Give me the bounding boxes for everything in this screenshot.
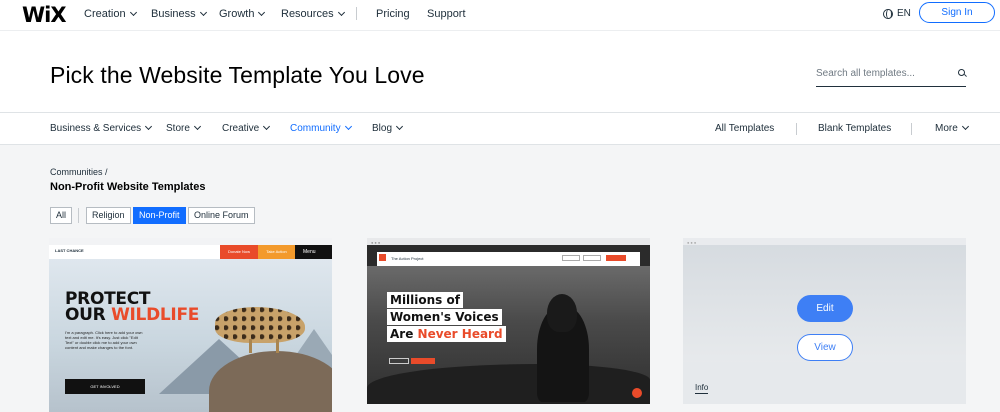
category-store[interactable]: Store bbox=[166, 122, 201, 134]
preview-menu: Menu bbox=[295, 245, 332, 259]
preview-headline: PROTECT OUR WILDLIFE bbox=[65, 291, 200, 325]
preview-get-involved-button: GET INVOLVED bbox=[65, 379, 145, 394]
person-head-shape bbox=[547, 294, 577, 332]
preview-mini-button bbox=[562, 255, 580, 261]
category-label: Creative bbox=[222, 123, 260, 134]
headline-line2b: WILDLIFE bbox=[111, 305, 200, 325]
filter-non-profit[interactable]: Non-Profit bbox=[133, 207, 186, 224]
top-navigation: WiX Creation Business Growth Resources P… bbox=[0, 0, 1000, 30]
nav-growth[interactable]: Growth bbox=[219, 8, 266, 20]
nav-resources-label: Resources bbox=[281, 8, 334, 20]
headline-line3b: Never Heard bbox=[417, 327, 503, 341]
chevron-down-icon bbox=[337, 8, 345, 17]
search-icon[interactable] bbox=[958, 69, 965, 76]
more-label: More bbox=[935, 123, 958, 134]
preview-lower-strip bbox=[683, 362, 966, 404]
headline-line2a: OUR bbox=[65, 305, 112, 325]
headline-line2: Women's Voices bbox=[387, 309, 502, 325]
sign-in-button[interactable]: Sign In bbox=[919, 2, 995, 23]
template-card-womens-voices[interactable]: ●●● The Action Project Millions of Women… bbox=[367, 238, 650, 404]
preview-logo-icon bbox=[379, 254, 386, 261]
browser-bar bbox=[49, 238, 332, 245]
nav-divider bbox=[356, 7, 357, 20]
preview-primary-button bbox=[411, 358, 435, 364]
category-label: Business & Services bbox=[50, 123, 142, 134]
nav-pricing[interactable]: Pricing bbox=[376, 8, 410, 20]
preview-donate-button: Donate Now bbox=[220, 245, 258, 259]
chevron-down-icon bbox=[258, 8, 266, 17]
chevron-down-icon bbox=[395, 122, 404, 131]
globe-icon bbox=[883, 8, 893, 19]
category-label: Store bbox=[166, 123, 190, 134]
filter-divider bbox=[78, 208, 79, 223]
preview-brand: The Action Project bbox=[391, 256, 424, 261]
section-title: Non-Profit Website Templates bbox=[50, 181, 206, 193]
search-input[interactable]: Search all templates... bbox=[816, 67, 966, 87]
filter-religion[interactable]: Religion bbox=[86, 207, 131, 224]
category-label: Blog bbox=[372, 123, 393, 134]
hero-section: Pick the Website Template You Love Searc… bbox=[0, 30, 1000, 112]
search-placeholder: Search all templates... bbox=[816, 68, 915, 79]
wix-logo[interactable]: WiX bbox=[22, 3, 67, 27]
headline-line1: Millions of bbox=[387, 292, 463, 308]
nav-creation-label: Creation bbox=[84, 8, 126, 20]
preview-mini-button bbox=[583, 255, 601, 261]
nav-resources[interactable]: Resources bbox=[281, 8, 345, 20]
chevron-down-icon bbox=[199, 8, 207, 17]
category-community[interactable]: Community bbox=[290, 122, 352, 134]
category-bar: Business & Services Store Creative Commu… bbox=[0, 112, 1000, 145]
preview-action-button: Take Action bbox=[258, 245, 295, 259]
nav-support[interactable]: Support bbox=[427, 8, 466, 20]
nav-business[interactable]: Business bbox=[151, 8, 207, 20]
chevron-down-icon bbox=[145, 122, 153, 131]
edit-button[interactable]: Edit bbox=[797, 295, 853, 322]
window-dots-icon: ●●● bbox=[371, 240, 382, 245]
category-divider bbox=[911, 123, 912, 135]
view-button[interactable]: View bbox=[797, 334, 853, 361]
category-divider bbox=[796, 123, 797, 135]
more-menu[interactable]: More bbox=[935, 122, 969, 134]
browser-bar: ●●● bbox=[683, 238, 966, 245]
category-creative[interactable]: Creative bbox=[222, 122, 271, 134]
nav-business-label: Business bbox=[151, 8, 196, 20]
nav-growth-label: Growth bbox=[219, 8, 255, 20]
language-selector[interactable]: EN bbox=[883, 8, 911, 19]
nav-creation[interactable]: Creation bbox=[84, 8, 137, 20]
blank-templates-link[interactable]: Blank Templates bbox=[818, 123, 891, 134]
preview-paragraph: I'm a paragraph. Click here to add your … bbox=[65, 330, 143, 350]
template-card-hovered[interactable]: ●●● Edit View Info bbox=[683, 238, 966, 404]
page-title: Pick the Website Template You Love bbox=[50, 62, 425, 88]
filter-online-forum[interactable]: Online Forum bbox=[188, 207, 255, 224]
preview-brand: LAST CHANCE bbox=[55, 248, 84, 253]
preview-secondary-button bbox=[389, 358, 409, 364]
browser-bar: ●●● bbox=[367, 238, 650, 245]
chevron-down-icon bbox=[263, 122, 271, 131]
chevron-down-icon bbox=[193, 122, 201, 131]
headline-line3: Are Never Heard bbox=[387, 326, 506, 342]
chevron-down-icon bbox=[961, 122, 969, 131]
chat-icon bbox=[632, 388, 642, 398]
cheetah-legs bbox=[249, 339, 279, 353]
hills-shape bbox=[367, 364, 650, 404]
info-link[interactable]: Info bbox=[695, 383, 709, 394]
headline-line3a: Are bbox=[390, 327, 418, 341]
breadcrumb[interactable]: Communities / bbox=[50, 167, 108, 177]
category-business-services[interactable]: Business & Services bbox=[50, 122, 153, 134]
chevron-down-icon bbox=[129, 8, 137, 17]
language-label: EN bbox=[897, 8, 911, 19]
category-blog[interactable]: Blog bbox=[372, 122, 404, 134]
filter-all[interactable]: All bbox=[50, 207, 73, 224]
template-card-wildlife[interactable]: LAST CHANCE Donate Now Take Action Menu … bbox=[49, 238, 332, 412]
cheetah-shape bbox=[215, 307, 305, 343]
category-label: Community bbox=[290, 123, 341, 134]
chevron-down-icon bbox=[344, 122, 352, 131]
all-templates-link[interactable]: All Templates bbox=[715, 123, 774, 134]
preview-mini-red-button bbox=[606, 255, 626, 261]
